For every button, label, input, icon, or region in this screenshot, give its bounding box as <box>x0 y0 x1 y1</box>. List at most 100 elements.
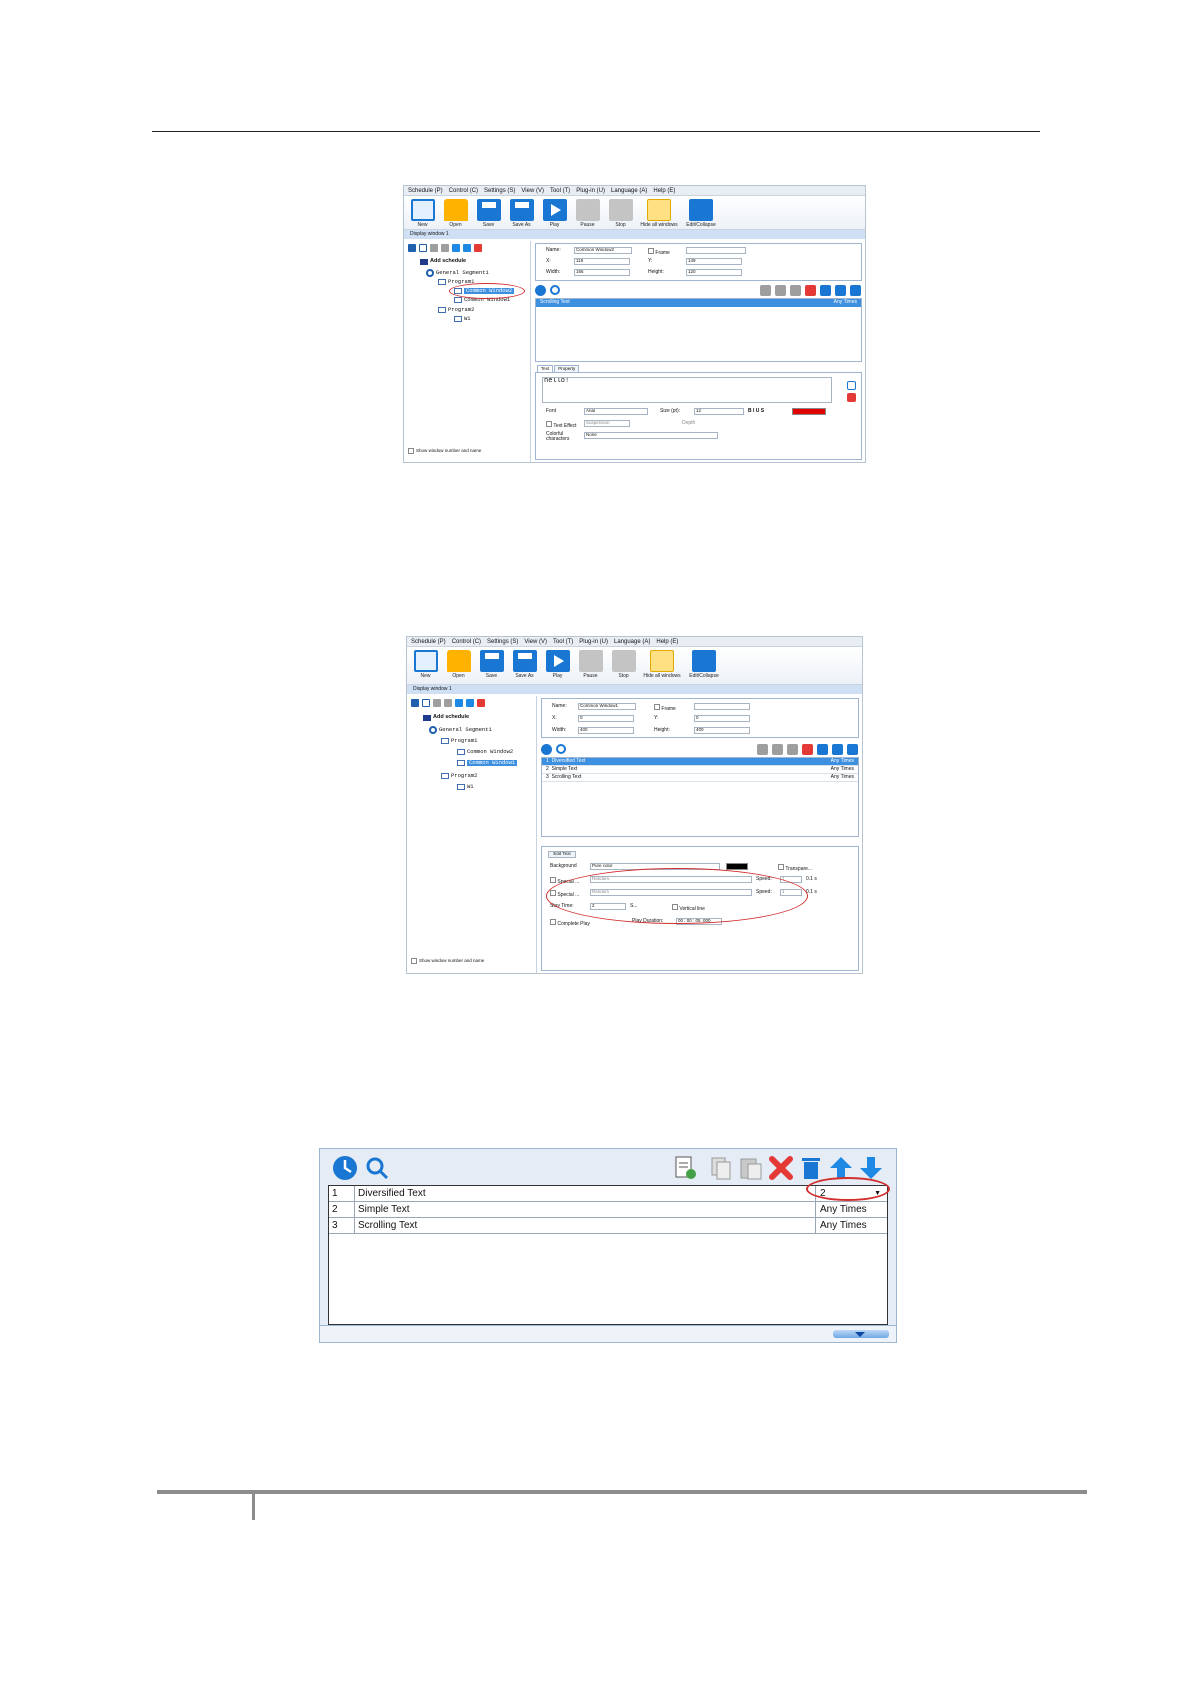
arrow-up-icon[interactable] <box>832 743 843 755</box>
text-color-swatch[interactable] <box>792 408 826 415</box>
delete-icon[interactable] <box>802 743 813 755</box>
paste-icon[interactable] <box>441 244 449 252</box>
trash-icon[interactable] <box>798 1155 824 1181</box>
menu-language[interactable]: Language (A) <box>614 639 650 645</box>
paste-icon[interactable] <box>444 699 452 707</box>
paste-icon[interactable] <box>790 284 801 296</box>
tree-window2[interactable]: Common Window2 <box>457 749 513 755</box>
clear-icon[interactable] <box>847 393 856 402</box>
name-field[interactable]: Common Window1 <box>578 703 636 710</box>
y-field[interactable]: 149 <box>686 258 742 265</box>
clock-icon[interactable] <box>535 284 546 296</box>
copy-icon[interactable] <box>775 284 786 296</box>
name-field[interactable]: Common Window2 <box>574 247 632 254</box>
play-button[interactable]: Play <box>538 199 571 228</box>
copy-icon[interactable] <box>430 244 438 252</box>
save-as-button[interactable]: Save As <box>508 650 541 679</box>
menu-schedule[interactable]: Schedule (P) <box>408 188 443 194</box>
save-button[interactable]: Save <box>472 199 505 228</box>
height-field[interactable]: 400 <box>694 727 750 734</box>
size-select[interactable]: 12 <box>694 408 744 415</box>
list-item[interactable]: 3 Scrolling Text Any Times <box>542 774 858 782</box>
menu-plugin[interactable]: Plug-in (U) <box>576 188 605 194</box>
background-color-swatch[interactable] <box>726 863 748 870</box>
tab-display-window-1[interactable]: Display window 1 <box>407 685 862 694</box>
font-select[interactable]: Arial <box>584 408 648 415</box>
tree-program1[interactable]: Program1 <box>441 738 477 744</box>
add-schedule-item[interactable]: Add schedule <box>420 259 466 265</box>
text-effect-checkbox[interactable]: Text Effect <box>546 421 577 429</box>
window-icon[interactable] <box>422 699 430 707</box>
list-item[interactable]: Scrolling Text Any Times <box>536 299 861 307</box>
menu-help[interactable]: Help (E) <box>656 639 678 645</box>
open-button[interactable]: Open <box>439 199 472 228</box>
tree-segment[interactable]: General Segment1 <box>429 726 492 734</box>
arrow-up-icon[interactable] <box>455 699 463 707</box>
frame-style-select[interactable] <box>686 247 746 254</box>
x-field[interactable]: 0 <box>578 715 634 722</box>
arrow-up-icon[interactable] <box>452 244 460 252</box>
edit-collapse-button[interactable]: Edit/Collapse <box>681 199 721 228</box>
copy-icon[interactable] <box>772 743 783 755</box>
delete-icon[interactable] <box>768 1155 794 1181</box>
height-field[interactable]: 120 <box>686 269 742 276</box>
menu-tool[interactable]: Tool (T) <box>553 639 573 645</box>
tree-w1[interactable]: W1 <box>457 784 474 790</box>
add-item-icon[interactable] <box>760 284 771 296</box>
add-schedule-item[interactable]: Add schedule <box>423 715 469 721</box>
menu-settings[interactable]: Settings (S) <box>484 188 515 194</box>
collapse-button[interactable] <box>833 1330 889 1338</box>
paste-icon[interactable] <box>787 743 798 755</box>
tree-window1[interactable]: Common Window1 <box>457 760 518 766</box>
stop-button[interactable]: Stop <box>607 650 640 679</box>
copy-icon[interactable] <box>433 699 441 707</box>
clock-icon[interactable] <box>332 1155 358 1181</box>
confirm-icon[interactable] <box>847 381 856 390</box>
complete-play-checkbox[interactable]: Complete Play <box>550 919 590 927</box>
pause-button[interactable]: Pause <box>571 199 604 228</box>
save-icon[interactable] <box>411 699 419 707</box>
table-row[interactable]: 1 Diversified Text 2 ▼ <box>329 1186 887 1202</box>
delete-icon[interactable] <box>474 244 482 252</box>
menu-control[interactable]: Control (C) <box>449 188 478 194</box>
show-window-number-checkbox[interactable]: Show window number and name <box>411 958 484 964</box>
hide-all-windows-button[interactable]: Hide all windows <box>637 199 681 228</box>
x-field[interactable]: 119 <box>574 258 630 265</box>
window-icon[interactable] <box>419 244 427 252</box>
arrow-down-icon[interactable] <box>847 743 858 755</box>
search-icon[interactable] <box>556 744 566 754</box>
menu-tool[interactable]: Tool (T) <box>550 188 570 194</box>
colorful-characters-select[interactable]: None <box>584 432 718 439</box>
table-row[interactable]: 2 Simple Text Any Times <box>329 1202 887 1218</box>
save-as-button[interactable]: Save As <box>505 199 538 228</box>
new-button[interactable]: New <box>406 199 439 228</box>
frame-style-select[interactable] <box>694 703 750 710</box>
list-item[interactable]: 1 Diversified Text Any Times <box>542 758 858 766</box>
y-field[interactable]: 0 <box>694 715 750 722</box>
frame-checkbox[interactable]: Frame <box>648 248 670 256</box>
play-button[interactable]: Play <box>541 650 574 679</box>
add-item-icon[interactable] <box>672 1155 698 1181</box>
tree-program2[interactable]: Program2 <box>438 307 474 313</box>
show-window-number-checkbox[interactable]: Show window number and name <box>408 448 481 454</box>
arrow-down-icon[interactable] <box>850 284 861 296</box>
menu-settings[interactable]: Settings (S) <box>487 639 518 645</box>
open-button[interactable]: Open <box>442 650 475 679</box>
frame-checkbox[interactable]: Frame <box>654 704 676 712</box>
save-button[interactable]: Save <box>475 650 508 679</box>
edit-collapse-button[interactable]: Edit/Collapse <box>684 650 724 679</box>
menu-view[interactable]: View (V) <box>524 639 547 645</box>
delete-icon[interactable] <box>477 699 485 707</box>
tree-w1[interactable]: W1 <box>454 316 471 322</box>
arrow-down-icon[interactable] <box>466 699 474 707</box>
delete-icon[interactable] <box>805 284 816 296</box>
new-button[interactable]: New <box>409 650 442 679</box>
save-icon[interactable] <box>408 244 416 252</box>
table-row[interactable]: 3 Scrolling Text Any Times <box>329 1218 887 1234</box>
format-buttons[interactable]: B I U S <box>748 409 764 414</box>
clock-icon[interactable] <box>541 743 552 755</box>
width-field[interactable]: 166 <box>574 269 630 276</box>
arrow-up-icon[interactable] <box>835 284 846 296</box>
width-field[interactable]: 400 <box>578 727 634 734</box>
add-item-icon[interactable] <box>757 743 768 755</box>
